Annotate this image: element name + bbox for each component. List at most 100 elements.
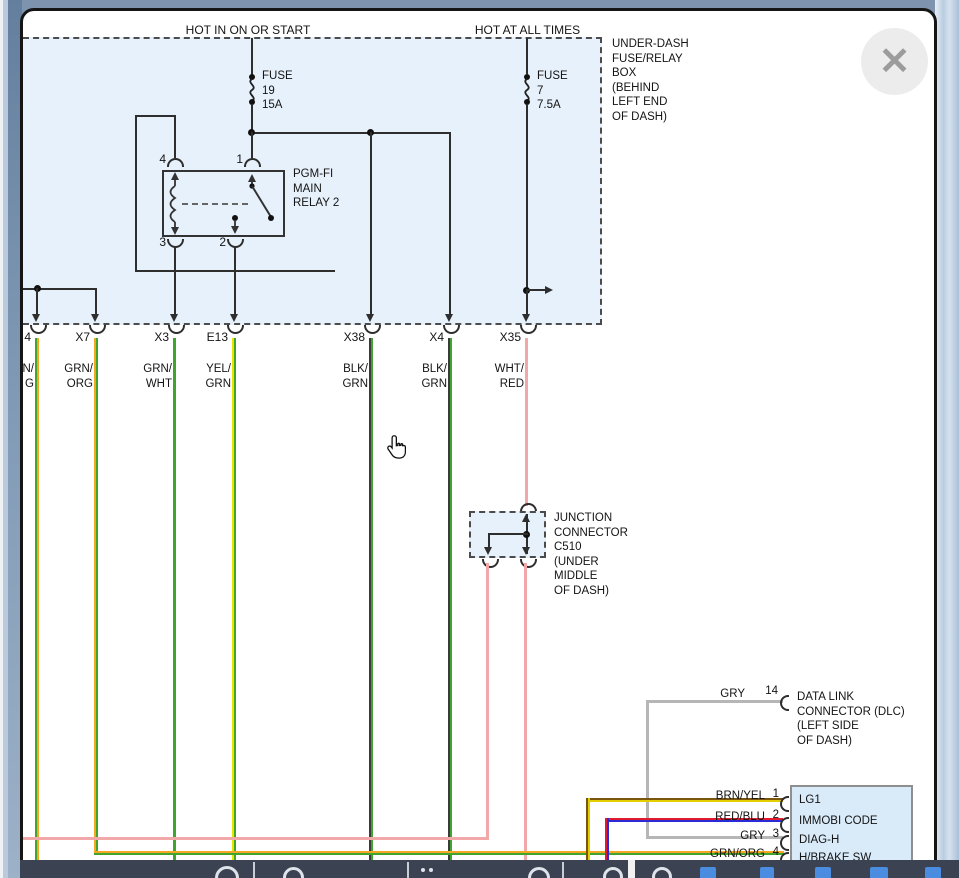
connector-pin-number: 3	[759, 827, 779, 842]
dlc-note: DATA LINK CONNECTOR (DLC) (LEFT SIDE OF …	[797, 690, 905, 748]
wire-color-label: WHT/RED	[476, 362, 524, 391]
wire-color-label: BRN/YEL	[695, 789, 765, 804]
circle-icon[interactable]	[652, 867, 672, 878]
wire-grn-org	[35, 338, 39, 860]
relay-pin-label: 1	[215, 152, 243, 167]
fuse-symbol-19	[245, 73, 259, 107]
right-window-bar	[935, 0, 959, 878]
connector-pin-label: X7	[50, 330, 90, 345]
dlc-pin-number: 14	[752, 684, 778, 699]
wire-segment	[488, 533, 528, 535]
search-icon[interactable]	[283, 867, 304, 878]
refresh-icon[interactable]	[528, 867, 550, 878]
connector-pin-label: E13	[188, 330, 228, 345]
toolbar-divider	[562, 862, 564, 878]
connector-pin-label: X35	[481, 330, 521, 345]
connector-row-label: LG1	[799, 793, 821, 808]
connector-pin-arc	[780, 796, 789, 812]
page-icon[interactable]	[760, 867, 774, 878]
arrowhead	[366, 314, 374, 322]
wire-segment	[36, 288, 38, 314]
connector-row-label: IMMOBI CODE	[799, 814, 878, 829]
wire-segment	[174, 247, 176, 314]
wire-segment	[135, 115, 137, 272]
arrowhead	[522, 547, 530, 555]
page-icon[interactable]	[870, 867, 888, 878]
wire-segment	[251, 132, 253, 158]
relay-pin-label: 3	[138, 235, 166, 250]
relay-label: PGM-FI MAIN RELAY 2	[293, 167, 339, 211]
fuse7-label: FUSE 7 7.5A	[537, 69, 568, 113]
wire-segment	[95, 288, 97, 314]
wire-color-label: BLK/GRN	[399, 362, 447, 391]
fuse-symbol-7	[520, 73, 534, 107]
circle-icon[interactable]	[603, 867, 623, 878]
connector-pin-label: 4	[0, 330, 31, 345]
arrowhead	[32, 314, 40, 322]
wire-grn-org	[94, 851, 784, 855]
connector-pin-number: 1	[759, 787, 779, 802]
wire-color-label: BLK/GRN	[320, 362, 368, 391]
wire-segment	[526, 38, 528, 74]
wire-color-label: GRN/ORG	[45, 362, 93, 391]
page-icon[interactable]	[700, 867, 716, 878]
wire-segment	[526, 105, 528, 291]
offpage-arrowhead	[545, 286, 553, 294]
connector-pin-label: X38	[325, 330, 365, 345]
arrowhead	[230, 314, 238, 322]
relay-pin-label: 4	[138, 152, 166, 167]
wire-wht-red	[524, 563, 527, 860]
wire-color-label: RED/BLU	[695, 810, 765, 825]
close-icon: ✕	[879, 39, 911, 84]
dlc-pin-arc	[780, 695, 789, 711]
wire-segment	[234, 247, 236, 314]
wire-wht-red	[486, 563, 489, 839]
wire-color-label: N/G	[0, 362, 34, 391]
arrowhead	[445, 314, 453, 322]
power-label-right: HOT AT ALL TIMES	[460, 23, 595, 38]
wire-blk-grn	[369, 338, 373, 860]
connector-pin-arc	[780, 817, 789, 833]
arrowhead	[522, 314, 530, 322]
wire-blk-grn	[448, 338, 452, 860]
wire-segment	[251, 38, 253, 75]
hand-cursor-icon	[386, 435, 406, 460]
options-icon[interactable]	[421, 868, 425, 872]
wire-grn-wht	[173, 338, 176, 860]
wire-color-label: GRY	[695, 829, 765, 844]
page-icon[interactable]	[925, 867, 941, 878]
app-screen: HOT IN ON OR START HOT AT ALL TIMES UNDE…	[0, 0, 959, 878]
connector-pin-label: X4	[404, 330, 444, 345]
arrowhead	[91, 314, 99, 322]
close-button[interactable]: ✕	[861, 28, 928, 95]
wire-brn-yel	[586, 798, 590, 860]
wire-segment	[174, 117, 176, 158]
bottom-toolbar	[20, 860, 959, 878]
junction-note: JUNCTION CONNECTOR C510 (UNDER MIDDLE OF…	[554, 511, 628, 598]
arrowhead	[170, 314, 178, 322]
relay-pin-label: 2	[198, 235, 226, 250]
page-icon[interactable]	[815, 867, 831, 878]
arrowhead	[484, 547, 492, 555]
wire-red-blu	[605, 818, 609, 860]
wire-color-label: YEL/GRN	[183, 362, 231, 391]
fuse-box-note: UNDER-DASH FUSE/RELAY BOX (BEHIND LEFT E…	[612, 37, 689, 124]
wire-wht-red	[23, 837, 489, 840]
wire-segment	[135, 115, 176, 117]
wire-segment	[370, 132, 372, 314]
toolbar-gap	[628, 860, 635, 878]
wire-yel-grn	[232, 338, 236, 860]
power-label-left: HOT IN ON OR START	[178, 23, 318, 38]
toolbar-divider	[407, 862, 409, 878]
relay-switch-symbol	[228, 172, 278, 236]
zoom-icon[interactable]	[215, 866, 239, 878]
connector-pin-label: X3	[129, 330, 169, 345]
toolbar-divider	[253, 862, 255, 878]
wire-color-label: GRY	[700, 687, 745, 702]
wire-segment	[251, 132, 451, 134]
wire-segment	[526, 289, 546, 291]
wire-color-label: GRN/WHT	[124, 362, 172, 391]
fuse19-label: FUSE 19 15A	[262, 69, 293, 113]
wire-segment	[526, 291, 528, 314]
options-icon[interactable]	[429, 868, 433, 872]
